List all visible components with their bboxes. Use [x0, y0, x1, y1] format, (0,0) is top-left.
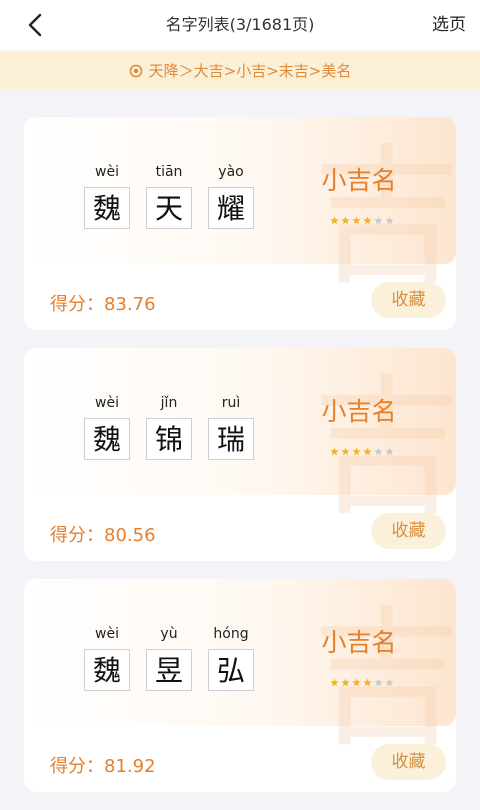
hanzi-box: 耀 — [208, 187, 254, 229]
name-card[interactable]: 吉 wèi 魏 tiān 天 yào 耀 小吉名 得分：83.76 收藏 — [24, 117, 456, 330]
star-icon — [352, 678, 361, 687]
name-chars: wèi 魏 yù 昱 hóng 弘 — [84, 623, 254, 691]
hanzi-box: 魏 — [84, 418, 130, 460]
pinyin-label: wèi — [95, 395, 119, 411]
star-icon — [385, 216, 394, 225]
target-icon — [129, 64, 143, 78]
favorite-button[interactable]: 收藏 — [371, 744, 446, 780]
star-icon — [330, 678, 339, 687]
name-char: wèi 魏 — [84, 623, 130, 691]
name-card[interactable]: 吉 wèi 魏 jǐn 锦 ruì 瑞 小吉名 得分：80.56 收藏 — [24, 348, 456, 561]
pinyin-label: hóng — [213, 626, 249, 642]
card-header-area: 吉 wèi 魏 tiān 天 yào 耀 小吉名 — [24, 117, 456, 293]
favorite-button[interactable]: 收藏 — [371, 282, 446, 318]
star-icon — [374, 447, 383, 456]
hanzi-box: 弘 — [208, 649, 254, 691]
score-text: 得分：81.92 — [50, 756, 156, 777]
star-icon — [385, 447, 394, 456]
hanzi-box: 瑞 — [208, 418, 254, 460]
name-char: wèi 魏 — [84, 161, 130, 229]
name-char: tiān 天 — [146, 161, 192, 229]
pinyin-label: jǐn — [160, 395, 178, 411]
star-icon — [352, 447, 361, 456]
star-icon — [374, 216, 383, 225]
star-icon — [341, 216, 350, 225]
pinyin-label: wèi — [95, 164, 119, 180]
rating-stars — [330, 678, 394, 687]
name-char: yào 耀 — [208, 161, 254, 229]
name-chars: wèi 魏 jǐn 锦 ruì 瑞 — [84, 392, 254, 460]
level-path-banner: 天降＞大吉>小吉>末吉>美名 — [0, 52, 480, 89]
card-header-area: 吉 wèi 魏 yù 昱 hóng 弘 小吉名 — [24, 579, 456, 755]
pinyin-label: ruì — [221, 395, 241, 411]
star-icon — [363, 678, 372, 687]
hanzi-box: 天 — [146, 187, 192, 229]
rating-stars — [330, 447, 394, 456]
hanzi-box: 魏 — [84, 649, 130, 691]
name-card[interactable]: 吉 wèi 魏 yù 昱 hóng 弘 小吉名 得分：81.92 收藏 — [24, 579, 456, 792]
hanzi-box: 锦 — [146, 418, 192, 460]
card-header-area: 吉 wèi 魏 jǐn 锦 ruì 瑞 小吉名 — [24, 348, 456, 524]
star-icon — [385, 678, 394, 687]
name-list: 吉 wèi 魏 tiān 天 yào 耀 小吉名 得分：83.76 收藏 吉 wèi 魏 jǐ… — [24, 117, 456, 810]
name-char: hóng 弘 — [208, 623, 254, 691]
star-icon — [363, 447, 372, 456]
star-icon — [341, 678, 350, 687]
star-icon — [352, 216, 361, 225]
app-header: 名字列表(3/1681页) 选页 — [0, 0, 480, 50]
level-label: 小吉名 — [321, 397, 397, 426]
level-path-text: 天降＞大吉>小吉>末吉>美名 — [148, 62, 352, 80]
star-icon — [330, 216, 339, 225]
pinyin-label: tiān — [155, 164, 183, 180]
favorite-button[interactable]: 收藏 — [371, 513, 446, 549]
star-icon — [363, 216, 372, 225]
star-icon — [341, 447, 350, 456]
rating-stars — [330, 216, 394, 225]
pinyin-label: yào — [218, 164, 244, 180]
name-char: ruì 瑞 — [208, 392, 254, 460]
score-text: 得分：80.56 — [50, 525, 156, 546]
star-icon — [330, 447, 339, 456]
pinyin-label: yù — [160, 626, 178, 642]
level-label: 小吉名 — [321, 628, 397, 657]
select-page-button[interactable]: 选页 — [432, 0, 466, 50]
pinyin-label: wèi — [95, 626, 119, 642]
hanzi-box: 魏 — [84, 187, 130, 229]
page-title: 名字列表(3/1681页) — [165, 15, 315, 34]
score-text: 得分：83.76 — [50, 294, 156, 315]
level-label: 小吉名 — [321, 166, 397, 195]
name-chars: wèi 魏 tiān 天 yào 耀 — [84, 161, 254, 229]
name-char: jǐn 锦 — [146, 392, 192, 460]
name-char: yù 昱 — [146, 623, 192, 691]
name-char: wèi 魏 — [84, 392, 130, 460]
hanzi-box: 昱 — [146, 649, 192, 691]
star-icon — [374, 678, 383, 687]
